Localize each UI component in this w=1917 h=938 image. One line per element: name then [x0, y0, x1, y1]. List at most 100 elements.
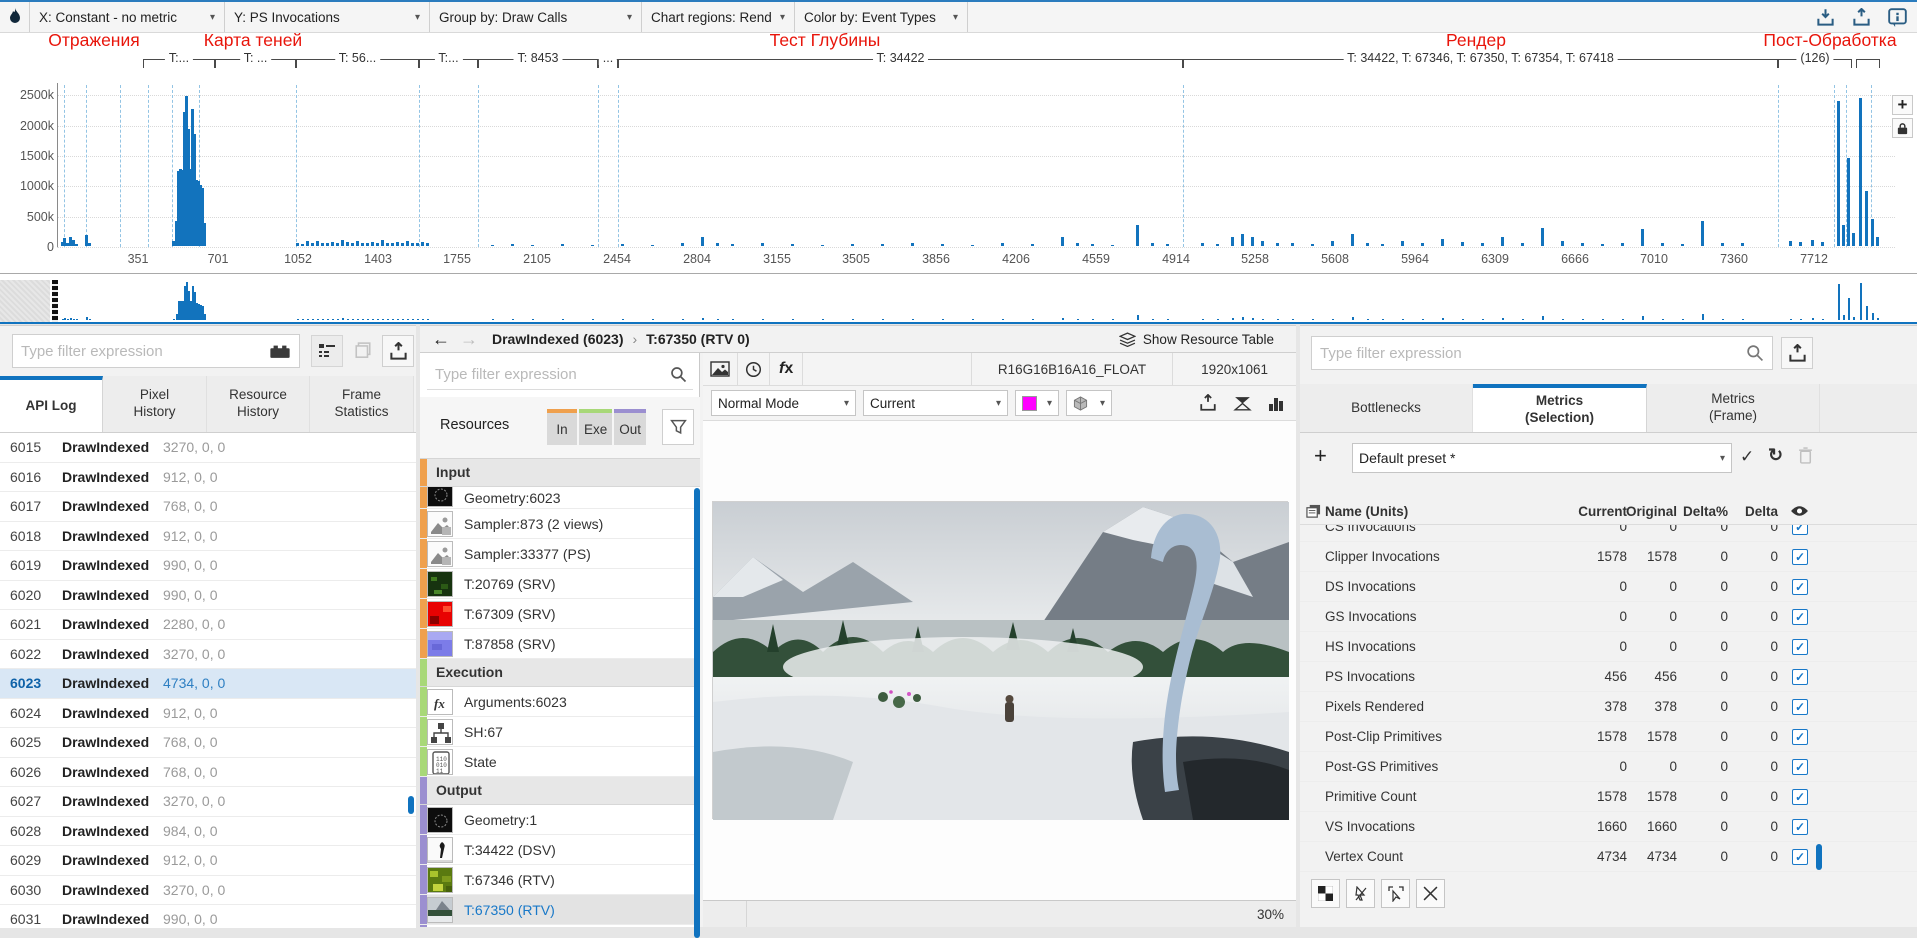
api-log-row[interactable]: 6021 DrawIndexed 2280, 0, 0: [0, 610, 416, 640]
region-bracket-7[interactable]: T: 34422, T: 67346, T: 67350, T: 67354, …: [1183, 51, 1778, 68]
resource-filter-exe[interactable]: Exe: [579, 409, 613, 445]
api-log-row[interactable]: 6020 DrawIndexed 990, 0, 0: [0, 580, 416, 610]
checkerboard-icon[interactable]: [1311, 879, 1340, 908]
resource-row[interactable]: T:67346 (RTV): [420, 865, 700, 895]
render-target-image[interactable]: [712, 501, 1289, 820]
resource-row[interactable]: T:34422 (DSV): [420, 835, 700, 865]
pages-icon[interactable]: [1306, 504, 1321, 519]
metrics-filter-input[interactable]: [1312, 344, 1746, 362]
api-log-row[interactable]: 6024 DrawIndexed 912, 0, 0: [0, 698, 416, 728]
breadcrumb-event[interactable]: DrawIndexed (6023): [492, 331, 624, 347]
geometry-view-dropdown[interactable]: ▾: [1066, 390, 1112, 416]
history-clock-icon[interactable]: [738, 361, 769, 378]
histogram-icon[interactable]: [1260, 395, 1296, 411]
viewer-export-icon[interactable]: [1191, 394, 1225, 412]
api-log-row[interactable]: 6015 DrawIndexed 3270, 0, 0: [0, 433, 416, 463]
metrics-row[interactable]: DS Invocations 0 0 0 0 ✓: [1300, 572, 1917, 602]
view-mode-dropdown[interactable]: Normal Mode ▾: [711, 390, 856, 416]
api-log-row[interactable]: 6023 DrawIndexed 4734, 0, 0: [0, 669, 416, 699]
resource-row[interactable]: T:20769 (SRV): [420, 569, 700, 599]
tab-api-log[interactable]: API Log: [0, 376, 103, 432]
image-view-icon[interactable]: [703, 361, 737, 377]
metric-visible-checkbox[interactable]: ✓: [1792, 759, 1808, 775]
metrics-row[interactable]: Vertex Count 4734 4734 0 0 ✓: [1300, 842, 1917, 872]
resource-row[interactable]: 110 010 11 State: [420, 747, 700, 777]
metric-visible-checkbox[interactable]: ✓: [1792, 789, 1808, 805]
toolbar-dropdown-3[interactable]: Chart regions: Render Tar...▾: [642, 2, 795, 32]
region-bracket-8[interactable]: (126): [1778, 51, 1852, 68]
api-log-row[interactable]: 6019 DrawIndexed 990, 0, 0: [0, 551, 416, 581]
compare-histogram-icon[interactable]: [1225, 395, 1260, 412]
tab-frame-statistics[interactable]: Frame Statistics: [310, 376, 414, 432]
source-dropdown[interactable]: Current ▾: [863, 390, 1008, 416]
resource-row[interactable]: T:67350 (RTV): [420, 895, 700, 925]
resource-row[interactable]: Geometry:6023: [420, 487, 700, 509]
resource-row[interactable]: T:67309 (SRV): [420, 599, 700, 629]
metric-visible-checkbox[interactable]: ✓: [1792, 699, 1808, 715]
resource-row[interactable]: Geometry:1: [420, 805, 700, 835]
api-log-row[interactable]: 6029 DrawIndexed 912, 0, 0: [0, 846, 416, 876]
api-log-row[interactable]: 6031 DrawIndexed 990, 0, 0: [0, 905, 416, 928]
metrics-row[interactable]: Clipper Invocations 1578 1578 0 0 ✓: [1300, 542, 1917, 572]
metric-visible-checkbox[interactable]: ✓: [1792, 849, 1808, 865]
resource-row[interactable]: Sampler:873 (2 views): [420, 509, 700, 539]
minimap-range-handle[interactable]: [52, 280, 58, 322]
metrics-row[interactable]: Primitive Count 1578 1578 0 0 ✓: [1300, 782, 1917, 812]
filter-brick-icon[interactable]: [269, 344, 299, 359]
resource-filter-in[interactable]: In: [547, 409, 577, 445]
resource-row[interactable]: Sampler:33377 (PS): [420, 539, 700, 569]
tab-metrics-frame[interactable]: Metrics (Frame): [1647, 384, 1820, 432]
metrics-table[interactable]: CS Invocations 0 0 0 0 ✓ Clipper Invocations 15…: [1300, 525, 1917, 879]
info-icon[interactable]: [1885, 6, 1909, 28]
api-log-row[interactable]: 6025 DrawIndexed 768, 0, 0: [0, 728, 416, 758]
api-log-row[interactable]: 6030 DrawIndexed 3270, 0, 0: [0, 875, 416, 905]
metric-visible-checkbox[interactable]: ✓: [1792, 669, 1808, 685]
api-log-row[interactable]: 6027 DrawIndexed 3270, 0, 0: [0, 787, 416, 817]
breadcrumb-target[interactable]: T:67350 (RTV 0): [646, 331, 749, 347]
api-log-row[interactable]: 6018 DrawIndexed 912, 0, 0: [0, 521, 416, 551]
resource-row[interactable]: T:87858 (SRV): [420, 629, 700, 659]
metric-visible-checkbox[interactable]: ✓: [1792, 639, 1808, 655]
api-log-row[interactable]: 6028 DrawIndexed 984, 0, 0: [0, 816, 416, 846]
metrics-row[interactable]: CS Invocations 0 0 0 0 ✓: [1300, 525, 1917, 542]
back-icon[interactable]: ←: [420, 329, 456, 350]
region-bracket-5[interactable]: ...: [598, 51, 618, 68]
timeline-minimap[interactable]: [0, 280, 1917, 324]
region-bracket-6[interactable]: T: 34422: [618, 51, 1183, 68]
resource-list-scrollbar[interactable]: [694, 488, 700, 938]
export-icon[interactable]: [1849, 6, 1873, 28]
metrics-scrollbar[interactable]: [1816, 844, 1822, 870]
zoom-level[interactable]: 30%: [1257, 907, 1296, 922]
clear-selection-icon[interactable]: [1416, 879, 1445, 908]
preset-dropdown[interactable]: Default preset * ▾: [1352, 443, 1732, 473]
api-log-export-icon[interactable]: [382, 335, 414, 367]
region-bracket-0[interactable]: T:...: [143, 51, 215, 68]
metrics-export-icon[interactable]: [1781, 337, 1813, 369]
metric-visible-checkbox[interactable]: ✓: [1792, 729, 1808, 745]
resource-row[interactable]: SH:67: [420, 717, 700, 747]
metric-visible-checkbox[interactable]: ✓: [1792, 609, 1808, 625]
metric-visible-checkbox[interactable]: ✓: [1792, 579, 1808, 595]
metric-visible-checkbox[interactable]: ✓: [1792, 819, 1808, 835]
metric-visible-checkbox[interactable]: ✓: [1792, 525, 1808, 535]
region-bracket-9[interactable]: [1856, 59, 1880, 68]
lock-button[interactable]: [1892, 118, 1913, 138]
tab-bottlenecks[interactable]: Bottlenecks: [1300, 384, 1473, 432]
eye-icon[interactable]: [1790, 504, 1809, 518]
metrics-row[interactable]: Pixels Rendered 378 378 0 0 ✓: [1300, 692, 1917, 722]
timeline-chart[interactable]: Отражения Карта теней Тест Глубины Рендер По…: [0, 30, 1917, 280]
reset-preset-icon[interactable]: ↻: [1768, 445, 1783, 466]
resource-list[interactable]: Input Geometry:6023 Sampler:873 (2 views) S…: [420, 459, 700, 927]
tab-metrics-selection[interactable]: Metrics (Selection): [1473, 384, 1647, 432]
resources-filter-input[interactable]: [427, 366, 670, 383]
api-log-row[interactable]: 6016 DrawIndexed 912, 0, 0: [0, 462, 416, 492]
toolbar-dropdown-0[interactable]: X: Constant - no metric ▾: [30, 2, 225, 32]
metrics-row[interactable]: Post-GS Primitives 0 0 0 0 ✓: [1300, 752, 1917, 782]
highlight-color-dropdown[interactable]: ▾: [1015, 390, 1059, 416]
api-log-scrollbar[interactable]: [408, 796, 414, 814]
details-view-icon[interactable]: [311, 335, 343, 367]
zoom-in-button[interactable]: +: [1892, 95, 1913, 115]
toolbar-dropdown-2[interactable]: Group by: Draw Calls ▾: [430, 2, 642, 32]
tab-resource-history[interactable]: Resource History: [207, 376, 310, 432]
col-delta[interactable]: Delta: [1681, 499, 1778, 525]
